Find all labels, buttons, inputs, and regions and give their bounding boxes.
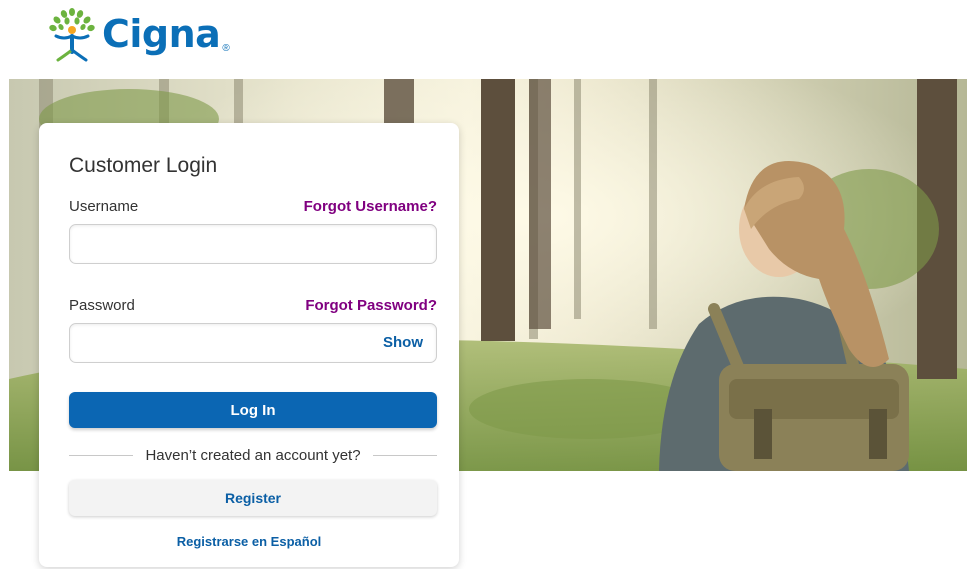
- register-button[interactable]: Register: [69, 480, 437, 516]
- show-password-toggle[interactable]: Show: [383, 334, 423, 351]
- cigna-logo[interactable]: Cigna ®: [46, 4, 230, 64]
- divider-line-left: [69, 454, 134, 456]
- login-button[interactable]: Log In: [69, 392, 437, 428]
- username-label: Username: [69, 198, 139, 215]
- login-title: Customer Login: [69, 154, 218, 177]
- password-input[interactable]: [69, 323, 437, 363]
- login-page: Cigna ® Customer Login Username Forgot U…: [0, 0, 974, 569]
- cigna-tree-icon: [49, 8, 95, 62]
- password-label: Password: [69, 297, 135, 314]
- brand-name: Cigna: [102, 12, 221, 56]
- login-card: Customer Login Username Forgot Username?…: [39, 123, 459, 567]
- divider-line-right: [372, 454, 438, 456]
- register-spanish-link[interactable]: Registrarse en Español: [39, 534, 459, 549]
- registered-mark: ®: [222, 43, 230, 54]
- no-account-text: Haven’t created an account yet?: [145, 446, 361, 464]
- forgot-username-link[interactable]: Forgot Username?: [304, 198, 437, 215]
- no-account-divider: Haven’t created an account yet?: [69, 445, 438, 465]
- username-input[interactable]: [69, 224, 437, 264]
- forgot-password-link[interactable]: Forgot Password?: [305, 297, 437, 314]
